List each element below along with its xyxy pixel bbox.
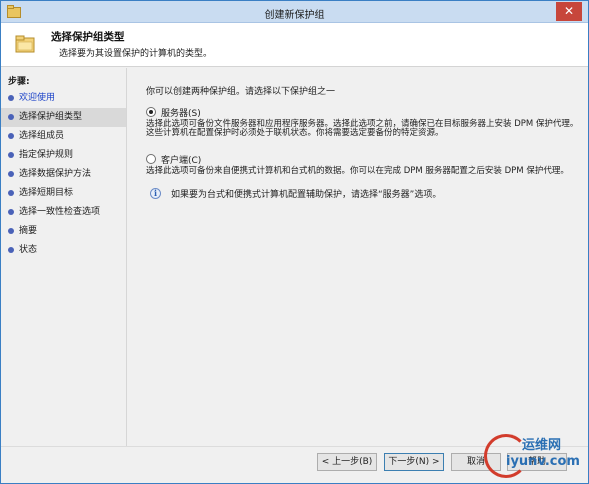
step-bullet-icon [8, 209, 14, 215]
step-summary[interactable]: 摘要 [1, 222, 126, 241]
steps-sidebar: 步骤: 欢迎使用 选择保护组类型 选择组成员 指定保护规则 选择数据保护方法 选… [1, 68, 127, 446]
folder-icon [15, 35, 35, 53]
step-protection-method[interactable]: 选择数据保护方法 [1, 165, 126, 184]
server-radio[interactable] [146, 107, 156, 117]
server-option-label: 服务器(S) [161, 108, 201, 119]
window-title: 创建新保护组 [264, 10, 325, 21]
watermark-url: iyunv.com [506, 454, 580, 469]
server-option[interactable]: 服务器(S) [146, 106, 201, 119]
page-title: 选择保护组类型 [51, 31, 125, 43]
wizard-window: 创建新保护组 ✕ 选择保护组类型 选择要为其设置保护的计算机的类型。 步骤: 欢… [0, 0, 589, 484]
wizard-header: 选择保护组类型 选择要为其设置保护的计算机的类型。 [1, 23, 588, 67]
step-label: 选择组成员 [19, 131, 65, 141]
close-button[interactable]: ✕ [556, 2, 582, 21]
step-bullet-icon [8, 171, 14, 177]
next-button[interactable]: 下一步(N) > [384, 453, 444, 471]
step-short-term-goals[interactable]: 选择短期目标 [1, 184, 126, 203]
step-consistency-check[interactable]: 选择一致性检查选项 [1, 203, 126, 222]
step-label: 选择数据保护方法 [19, 169, 92, 179]
server-option-description: 选择此选项可备份文件服务器和应用程序服务器。选择此选项之前，请确保已在目标服务器… [146, 119, 579, 138]
step-label: 选择一致性检查选项 [19, 207, 101, 217]
step-label: 指定保护规则 [19, 150, 74, 160]
info-note: i 如果要为台式和便携式计算机配置辅助保护，请选择“服务器”选项。 [150, 187, 441, 200]
intro-text: 你可以创建两种保护组。请选择以下保护组之一 [146, 87, 336, 97]
client-option[interactable]: 客户端(C) [146, 153, 202, 166]
watermark-logo: 运维网 iyunv.com [484, 434, 582, 478]
step-bullet-icon [8, 152, 14, 158]
info-icon: i [150, 188, 161, 199]
steps-heading: 步骤: [8, 77, 30, 87]
step-bullet-icon [8, 247, 14, 253]
title-bar[interactable]: 创建新保护组 ✕ [1, 1, 588, 23]
step-label: 摘要 [19, 226, 38, 236]
client-radio[interactable] [146, 154, 156, 164]
step-bullet-icon [8, 228, 14, 234]
step-select-members[interactable]: 选择组成员 [1, 127, 126, 146]
step-protection-rules[interactable]: 指定保护规则 [1, 146, 126, 165]
step-label: 选择短期目标 [19, 188, 74, 198]
watermark-name: 运维网 [522, 438, 562, 453]
step-label: 选择保护组类型 [19, 112, 83, 122]
step-status[interactable]: 状态 [1, 241, 126, 260]
step-label: 欢迎使用 [19, 93, 56, 103]
back-button[interactable]: < 上一步(B) [317, 453, 377, 471]
step-bullet-icon [8, 190, 14, 196]
step-welcome[interactable]: 欢迎使用 [1, 89, 126, 108]
step-bullet-icon [8, 133, 14, 139]
main-content: 你可以创建两种保护组。请选择以下保护组之一 服务器(S) 选择此选项可备份文件服… [128, 68, 588, 446]
page-subtitle: 选择要为其设置保护的计算机的类型。 [59, 49, 213, 59]
step-label: 状态 [19, 245, 38, 255]
step-bullet-icon [8, 114, 14, 120]
client-option-description: 选择此选项可备份来自便携式计算机和台式机的数据。你可以在完成 DPM 服务器配置… [146, 166, 569, 176]
info-text: 如果要为台式和便携式计算机配置辅助保护，请选择“服务器”选项。 [171, 190, 442, 200]
step-select-group-type[interactable]: 选择保护组类型 [1, 108, 126, 127]
client-option-label: 客户端(C) [161, 155, 202, 166]
steps-list: 欢迎使用 选择保护组类型 选择组成员 指定保护规则 选择数据保护方法 选择短期目… [1, 89, 126, 260]
step-bullet-icon [8, 95, 14, 101]
